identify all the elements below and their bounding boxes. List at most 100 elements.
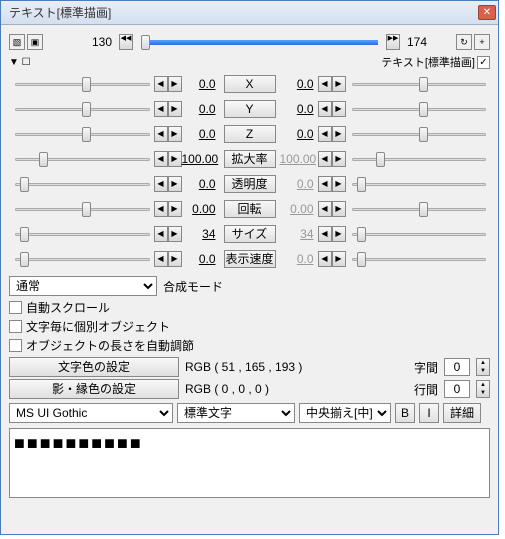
param-button-2[interactable]: Z xyxy=(224,125,276,143)
dec-right-6[interactable]: ◀ xyxy=(318,226,332,242)
seek-start[interactable]: ◀◀ xyxy=(119,34,133,50)
dec-right-5[interactable]: ◀ xyxy=(318,201,332,217)
dec-left-4[interactable]: ◀ xyxy=(154,176,168,192)
dec-right-4[interactable]: ◀ xyxy=(318,176,332,192)
slider-left-7[interactable] xyxy=(15,251,150,267)
chk-autoscroll[interactable] xyxy=(9,301,22,314)
slider-right-2[interactable] xyxy=(352,126,487,142)
param-button-4[interactable]: 透明度 xyxy=(224,175,276,193)
slider-right-1[interactable] xyxy=(352,101,487,117)
font-select[interactable]: MS UI Gothic xyxy=(9,403,173,423)
slider-left-6[interactable] xyxy=(15,226,150,242)
param-button-0[interactable]: X xyxy=(224,75,276,93)
shadow-color-button[interactable]: 影・縁色の設定 xyxy=(9,379,179,399)
dec-left-2[interactable]: ◀ xyxy=(154,126,168,142)
refresh-icon[interactable]: ↻ xyxy=(456,34,472,50)
close-button[interactable]: ✕ xyxy=(478,5,496,20)
spacing-input[interactable]: 0 xyxy=(444,358,470,376)
inc-left-5[interactable]: ▶ xyxy=(168,201,182,217)
inc-right-6[interactable]: ▶ xyxy=(332,226,346,242)
inc-left-3[interactable]: ▶ xyxy=(168,151,182,167)
italic-button[interactable]: I xyxy=(419,403,439,423)
dec-left-1[interactable]: ◀ xyxy=(154,101,168,117)
val-right-2[interactable]: 0.0 xyxy=(280,127,318,141)
val-right-3[interactable]: 100.00 xyxy=(280,152,318,166)
leading-input[interactable]: 0 xyxy=(444,380,470,398)
dec-left-0[interactable]: ◀ xyxy=(154,76,168,92)
layer-icon-2[interactable]: ▣ xyxy=(27,34,43,50)
slider-left-2[interactable] xyxy=(15,126,150,142)
inc-left-6[interactable]: ▶ xyxy=(168,226,182,242)
param-button-6[interactable]: サイズ xyxy=(224,225,276,243)
val-right-5[interactable]: 0.00 xyxy=(280,202,318,216)
slider-left-0[interactable] xyxy=(15,76,150,92)
inc-left-2[interactable]: ▶ xyxy=(168,126,182,142)
inc-right-3[interactable]: ▶ xyxy=(332,151,346,167)
param-button-3[interactable]: 拡大率 xyxy=(224,150,276,168)
val-right-1[interactable]: 0.0 xyxy=(280,102,318,116)
seek-end[interactable]: ▶▶ xyxy=(386,34,400,50)
inc-right-7[interactable]: ▶ xyxy=(332,251,346,267)
slider-right-4[interactable] xyxy=(352,176,487,192)
val-right-0[interactable]: 0.0 xyxy=(280,77,318,91)
inc-right-1[interactable]: ▶ xyxy=(332,101,346,117)
val-left-3[interactable]: 100.00 xyxy=(182,152,220,166)
text-color-button[interactable]: 文字色の設定 xyxy=(9,357,179,377)
chk-auto-length[interactable] xyxy=(9,339,22,352)
slider-left-3[interactable] xyxy=(15,151,150,167)
inc-right-5[interactable]: ▶ xyxy=(332,201,346,217)
dec-right-1[interactable]: ◀ xyxy=(318,101,332,117)
inc-left-0[interactable]: ▶ xyxy=(168,76,182,92)
dec-left-6[interactable]: ◀ xyxy=(154,226,168,242)
style-select[interactable]: 標準文字 xyxy=(177,403,295,423)
inc-left-4[interactable]: ▶ xyxy=(168,176,182,192)
val-left-7[interactable]: 0.0 xyxy=(182,252,220,266)
val-left-0[interactable]: 0.0 xyxy=(182,77,220,91)
dec-right-2[interactable]: ◀ xyxy=(318,126,332,142)
slider-left-5[interactable] xyxy=(15,201,150,217)
slider-left-4[interactable] xyxy=(15,176,150,192)
add-icon[interactable]: + xyxy=(474,34,490,50)
slider-right-0[interactable] xyxy=(352,76,487,92)
blend-select[interactable]: 通常 xyxy=(9,276,157,296)
expand-icon[interactable]: ▼ ☐ xyxy=(9,57,31,68)
dec-right-0[interactable]: ◀ xyxy=(318,76,332,92)
detail-button[interactable]: 詳細 xyxy=(443,403,481,423)
slider-right-3[interactable] xyxy=(352,151,487,167)
titlebar: テキスト[標準描画] ✕ xyxy=(1,1,498,25)
slider-right-7[interactable] xyxy=(352,251,487,267)
slider-right-6[interactable] xyxy=(352,226,487,242)
val-right-7[interactable]: 0.0 xyxy=(280,252,318,266)
bold-button[interactable]: B xyxy=(395,403,415,423)
dec-left-7[interactable]: ◀ xyxy=(154,251,168,267)
val-left-5[interactable]: 0.00 xyxy=(182,202,220,216)
val-right-4[interactable]: 0.0 xyxy=(280,177,318,191)
layer-icon-1[interactable]: ▧ xyxy=(9,34,25,50)
param-button-5[interactable]: 回転 xyxy=(224,200,276,218)
param-button-7[interactable]: 表示速度 xyxy=(224,250,276,268)
val-right-6[interactable]: 34 xyxy=(280,227,318,241)
inc-right-2[interactable]: ▶ xyxy=(332,126,346,142)
val-left-2[interactable]: 0.0 xyxy=(182,127,220,141)
align-select[interactable]: 中央揃え[中] xyxy=(299,403,391,423)
slider-right-5[interactable] xyxy=(352,201,487,217)
chk-per-char[interactable] xyxy=(9,320,22,333)
inc-left-1[interactable]: ▶ xyxy=(168,101,182,117)
text-input[interactable]: ■■■■■■■■■■ xyxy=(9,428,490,498)
leading-stepper[interactable]: ▲▼ xyxy=(476,380,490,398)
val-left-1[interactable]: 0.0 xyxy=(182,102,220,116)
dec-left-5[interactable]: ◀ xyxy=(154,201,168,217)
param-button-1[interactable]: Y xyxy=(224,100,276,118)
dec-right-7[interactable]: ◀ xyxy=(318,251,332,267)
enable-checkbox[interactable]: ✓ xyxy=(477,56,490,69)
slider-left-1[interactable] xyxy=(15,101,150,117)
inc-left-7[interactable]: ▶ xyxy=(168,251,182,267)
val-left-4[interactable]: 0.0 xyxy=(182,177,220,191)
dec-left-3[interactable]: ◀ xyxy=(154,151,168,167)
spacing-stepper[interactable]: ▲▼ xyxy=(476,358,490,376)
inc-right-0[interactable]: ▶ xyxy=(332,76,346,92)
inc-right-4[interactable]: ▶ xyxy=(332,176,346,192)
dec-right-3[interactable]: ◀ xyxy=(318,151,332,167)
val-left-6[interactable]: 34 xyxy=(182,227,220,241)
timeline-track[interactable] xyxy=(141,34,378,50)
